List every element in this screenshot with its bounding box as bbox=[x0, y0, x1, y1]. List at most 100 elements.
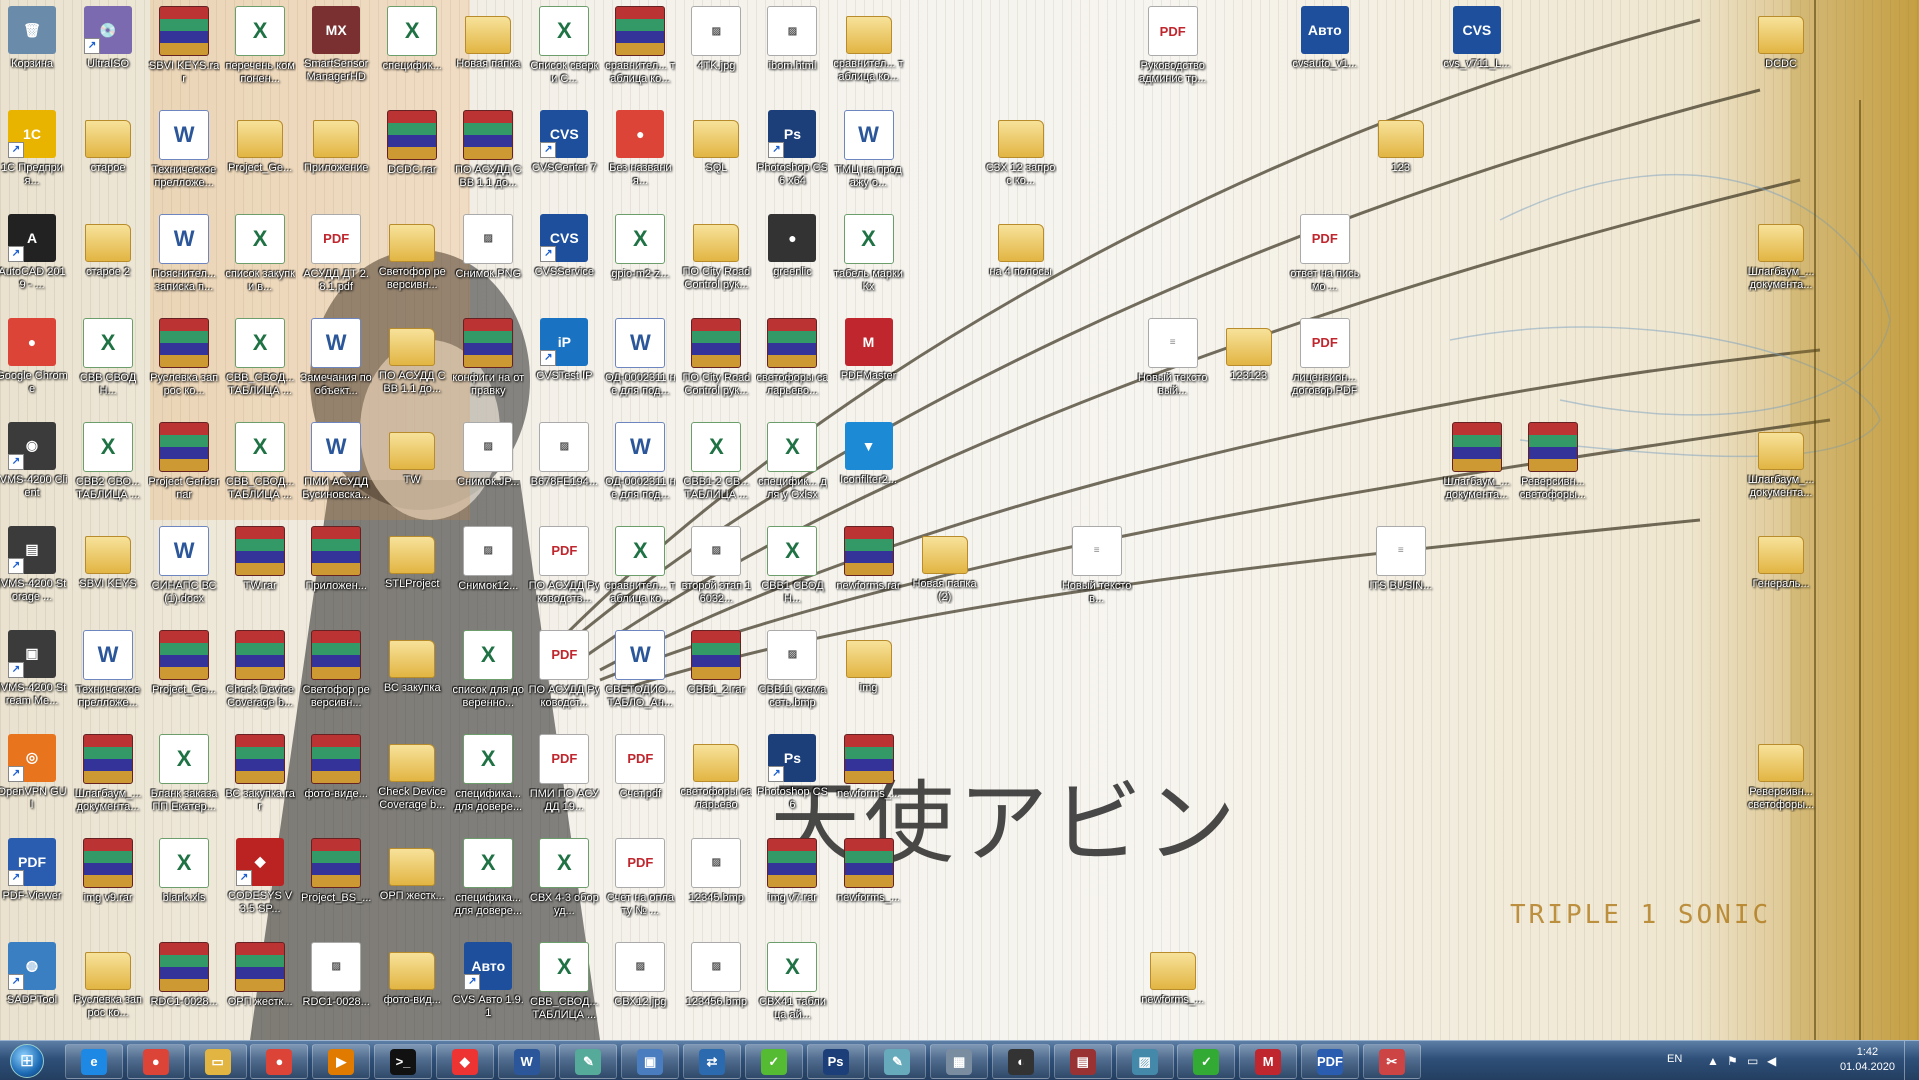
desktop-icon[interactable]: Project Gerbernar bbox=[148, 418, 220, 522]
taskbar-button-qip[interactable]: ✓ bbox=[744, 1044, 803, 1079]
desktop-icon[interactable]: Новая папка (2) bbox=[909, 522, 981, 626]
desktop-icon[interactable]: Шлагбаум_... документа... bbox=[1745, 210, 1817, 314]
desktop-icon[interactable]: Xперечень компонен... bbox=[224, 2, 296, 106]
desktop-icon[interactable]: PDF Счет.pdf bbox=[604, 730, 676, 834]
desktop-icon[interactable]: Светофор реверсивн... bbox=[300, 626, 372, 730]
taskbar-button-anydesk[interactable]: ◆ bbox=[435, 1044, 494, 1079]
desktop-icon[interactable]: ≡ Новый текстовый... bbox=[1137, 314, 1209, 418]
desktop-icon[interactable]: Xспецифик... bbox=[376, 2, 448, 106]
taskbar-button-calculator[interactable]: ▦ bbox=[930, 1044, 989, 1079]
desktop-icon[interactable]: ▨ B678FE194... bbox=[528, 418, 600, 522]
desktop-icon[interactable]: старое 2 bbox=[72, 210, 144, 314]
taskbar-button-image-viewer[interactable]: ▨ bbox=[1115, 1044, 1174, 1079]
desktop-icon[interactable]: ▨ 123456.bmp bbox=[680, 938, 752, 1042]
network-icon[interactable]: ▭ bbox=[1747, 1054, 1758, 1068]
desktop-icon[interactable]: X СВВ1 СВОДН... bbox=[756, 522, 828, 626]
desktop-icon[interactable]: Xgpio-m2-z... bbox=[604, 210, 676, 314]
desktop-icon[interactable]: SBVI KEYS.rar bbox=[148, 2, 220, 106]
desktop-icon[interactable]: DCDC.rar bbox=[376, 106, 448, 210]
desktop-icon[interactable]: PDF ПМИ ПО АСУДД 19... bbox=[528, 730, 600, 834]
desktop-icon[interactable]: SQL bbox=[680, 106, 752, 210]
desktop-icon[interactable]: Шлагбаум_... документа... bbox=[1745, 418, 1817, 522]
desktop-icon[interactable]: Новая папка bbox=[452, 2, 524, 106]
desktop-icon[interactable]: ● Без названия... bbox=[604, 106, 676, 210]
desktop-icon[interactable]: ● greenlic bbox=[756, 210, 828, 314]
desktop-icon[interactable]: ▨ второй этап 16032... bbox=[680, 522, 752, 626]
desktop-icon[interactable]: X СВВ_СВОД... ТАБЛИЦА ... bbox=[224, 314, 296, 418]
desktop-icon[interactable]: светофоры саларьево... bbox=[756, 314, 828, 418]
desktop-icon[interactable]: X СВВ_СВОД... ТАБЛИЦА ... bbox=[224, 418, 296, 522]
taskbar-button-snipping[interactable]: ✂ bbox=[1362, 1044, 1421, 1079]
desktop-icon[interactable]: PDF АСУДД ДТ 2.8.1.pdf bbox=[300, 210, 372, 314]
desktop-icon[interactable]: ▣ ↗ IVMS-4200 Stream Me... bbox=[0, 626, 68, 730]
desktop-icon[interactable]: PDF лицензион... договор.PDF bbox=[1289, 314, 1361, 418]
desktop-icon[interactable]: STLProject bbox=[376, 522, 448, 626]
desktop-icon[interactable]: PDF Руководство админис тр... bbox=[1137, 2, 1209, 106]
desktop-icon[interactable]: ОРП жестк... bbox=[376, 834, 448, 938]
desktop-icon[interactable]: Руслевка запрос ко... bbox=[72, 938, 144, 1042]
desktop-icon[interactable]: ▨ Снимок12... bbox=[452, 522, 524, 626]
desktop-icon[interactable]: ▨ ibom.html bbox=[756, 2, 828, 106]
desktop-icon[interactable]: Xспецифик... для у Cxlsx bbox=[756, 418, 828, 522]
desktop-icon[interactable]: SBVI KEYS bbox=[72, 522, 144, 626]
show-desktop-button[interactable] bbox=[1904, 1041, 1919, 1080]
desktop-icon[interactable]: ВС закупка.rar bbox=[224, 730, 296, 834]
desktop-icon[interactable]: X СВВ_СВОД... ТАБЛИЦА ... bbox=[528, 938, 600, 1042]
desktop-icon[interactable]: Приложение bbox=[300, 106, 372, 210]
clock[interactable]: 1:42 01.04.2020 bbox=[1840, 1045, 1895, 1075]
desktop-icon[interactable]: CVS cvs_v711_L... bbox=[1441, 2, 1513, 106]
desktop-icon[interactable]: X СВВ1-2 СВ... ТАБЛИЦА ... bbox=[680, 418, 752, 522]
desktop-icon[interactable]: ОРП жестк... bbox=[224, 938, 296, 1042]
desktop-icon[interactable]: Авто cvsauto_v1... bbox=[1289, 2, 1361, 106]
desktop-icon[interactable]: X СВВ СВОДН... bbox=[72, 314, 144, 418]
desktop-icon[interactable]: W ПМИ АСУДД Бусиновска... bbox=[300, 418, 372, 522]
start-button[interactable]: ⊞ bbox=[3, 1042, 51, 1079]
desktop-icon[interactable]: ПО АСУДД СВВ 1.1 до... bbox=[452, 106, 524, 210]
desktop-icon[interactable]: img bbox=[833, 626, 905, 730]
taskbar-button-ie[interactable]: e bbox=[65, 1044, 123, 1079]
desktop-icon[interactable]: iP ↗ CVSTest IP bbox=[528, 314, 600, 418]
taskbar-button-explorer[interactable]: ▭ bbox=[188, 1044, 247, 1079]
desktop-icon[interactable]: Project_BS_... bbox=[300, 834, 372, 938]
desktop-icon[interactable]: ▨ 12345.bmp bbox=[680, 834, 752, 938]
desktop-icon[interactable]: ◎ ↗ OpenVPN GUI bbox=[0, 730, 68, 834]
desktop-icon[interactable]: ПО City Road Control рук... bbox=[680, 210, 752, 314]
desktop-icon[interactable]: Project_Ge... bbox=[224, 106, 296, 210]
desktop-icon[interactable]: ◆ ↗ CODESYS V3.5 SP... bbox=[224, 834, 296, 938]
desktop-icon[interactable]: Светофор реверсивн... bbox=[376, 210, 448, 314]
desktop-icon[interactable]: Руслевка запрос ко... bbox=[148, 314, 220, 418]
desktop-icon[interactable]: ◉ ↗ IVMS-4200 Client bbox=[0, 418, 68, 522]
desktop-icon[interactable]: W ТМЦ на продажу о... bbox=[833, 106, 905, 210]
desktop-icon[interactable]: Реверсивн... светофоры... bbox=[1517, 418, 1589, 522]
desktop-icon[interactable]: ▨ СВХ12.jpg bbox=[604, 938, 676, 1042]
desktop-icon[interactable]: newforms_... bbox=[833, 730, 905, 834]
desktop-icon[interactable]: конфиги на отправку bbox=[452, 314, 524, 418]
taskbar-button-paint[interactable]: ✎ bbox=[559, 1044, 618, 1079]
desktop-icon[interactable]: Авто ↗ CVS Авто 1.9.1 bbox=[452, 938, 524, 1042]
desktop-icon[interactable]: Xblank.xls bbox=[148, 834, 220, 938]
desktop-icon[interactable]: newforms.rar bbox=[833, 522, 905, 626]
desktop-icon[interactable]: TW bbox=[376, 418, 448, 522]
desktop-icon[interactable]: 💿 ↗ UltraISO bbox=[72, 2, 144, 106]
taskbar-button-pdfmaster[interactable]: M bbox=[1239, 1044, 1298, 1079]
taskbar-button-chrome[interactable]: ● bbox=[126, 1044, 185, 1079]
desktop-icon[interactable]: 123 bbox=[1365, 106, 1437, 210]
desktop-icon[interactable]: X Список сверки С... bbox=[528, 2, 600, 106]
desktop-icon[interactable]: ≡ ITS BUSIN... bbox=[1365, 522, 1437, 626]
desktop-icon[interactable]: Ps ↗ Photoshop CS6 bbox=[756, 730, 828, 834]
desktop-icon[interactable]: M PDFMaster bbox=[833, 314, 905, 418]
taskbar-button-word[interactable]: W bbox=[497, 1044, 556, 1079]
desktop-icon[interactable]: ▼ Iconfilter2... bbox=[833, 418, 905, 522]
desktop-icon[interactable]: ▨ Снимок.JP... bbox=[452, 418, 524, 522]
desktop-icon[interactable]: Xсравнител... таблица ко... bbox=[604, 522, 676, 626]
desktop-icon[interactable]: Генераль... bbox=[1745, 522, 1817, 626]
desktop-icon[interactable]: ≡ Новый текстов... bbox=[1061, 522, 1133, 626]
show-hidden-icons-icon[interactable]: ▲ bbox=[1707, 1054, 1719, 1068]
desktop-icon[interactable]: W ОД-0002311 не для под... bbox=[604, 418, 676, 522]
desktop-icon[interactable]: ВС закупка bbox=[376, 626, 448, 730]
desktop-icon[interactable]: W СВЕТОДИО... ТАБЛО_Ан... bbox=[604, 626, 676, 730]
desktop-icon[interactable]: ● Google Chrome bbox=[0, 314, 68, 418]
desktop-icon[interactable]: 1С ↗ 1С Предприя... bbox=[0, 106, 68, 210]
desktop-icon[interactable]: img v7.rar bbox=[756, 834, 828, 938]
desktop-icon[interactable]: ▨ RDC1-0028... bbox=[300, 938, 372, 1042]
